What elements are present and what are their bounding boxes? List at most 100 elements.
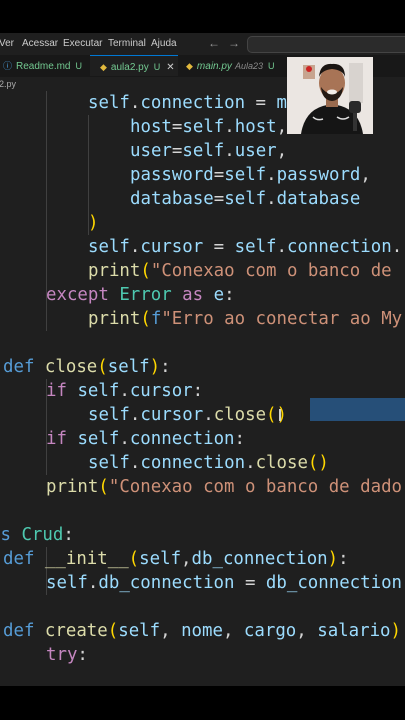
code-token: Crud [21, 525, 64, 545]
menu-ver[interactable]: Ver [0, 38, 14, 49]
code-line[interactable]: host=self.host, [130, 115, 287, 139]
code-token: self [88, 93, 130, 113]
code-token: close [213, 405, 267, 425]
code-token: password [130, 165, 214, 185]
tab-main-label: main.py [196, 61, 232, 72]
code-token: : [77, 645, 88, 665]
code-token: , [360, 165, 371, 185]
code-token: self [182, 141, 225, 161]
code-line[interactable]: password=self.password, [130, 163, 371, 187]
code-token: , [296, 621, 318, 641]
code-line[interactable]: def __init__(self,db_connection): [3, 547, 349, 571]
code-token: e [213, 285, 225, 305]
menu-ajuda[interactable]: Ajuda [151, 38, 177, 49]
code-token: self [88, 453, 130, 473]
code-token: host [130, 117, 172, 137]
code-line[interactable]: ss Crud: [0, 523, 74, 547]
code-line[interactable]: self.connection.close() [88, 451, 329, 475]
code-line[interactable]: self.cursor.close() [88, 403, 287, 427]
code-token: = [171, 141, 183, 161]
code-token: ( [140, 261, 151, 281]
code-token: def [3, 621, 35, 641]
code-token: try [46, 645, 78, 665]
code-token: , [181, 549, 192, 569]
code-token: db_connection [191, 549, 328, 569]
code-token: ) [390, 621, 401, 641]
menu-executar[interactable]: Executar [63, 38, 102, 49]
code-line[interactable]: def close(self): [3, 355, 171, 379]
code-line[interactable]: try: [46, 643, 88, 667]
code-token: "Conexao com o banco de dado [108, 477, 403, 497]
code-token: self [224, 189, 267, 209]
code-token: ( [97, 357, 108, 377]
code-token: , [276, 117, 288, 137]
code-token: self [88, 405, 130, 425]
code-token: except [46, 285, 109, 305]
code-token: . [119, 381, 130, 401]
code-token: self [118, 621, 161, 641]
text-selection [310, 398, 405, 421]
code-token: as [182, 285, 204, 305]
code-line[interactable]: database=self.database [130, 187, 360, 211]
code-line[interactable]: print("Conexao com o banco de [88, 259, 402, 283]
code-token: print [46, 477, 99, 497]
tab-aula2[interactable]: ◆ aula2.py U ✕ [90, 55, 178, 76]
code-token: . [266, 189, 277, 209]
tab-readme[interactable]: ⓘ Readme.md U [3, 55, 82, 77]
code-token: password [276, 165, 361, 185]
code-line[interactable]: self.db_connection = db_connection [46, 571, 402, 595]
code-token: = [203, 237, 235, 257]
code-token: . [119, 429, 130, 449]
code-line[interactable]: self.connection = m [88, 91, 287, 115]
code-token: self [77, 429, 120, 449]
code-token: nome [181, 621, 223, 641]
code-token: if [46, 429, 67, 449]
code-token: "Erro ao conectar ao My [161, 309, 403, 329]
code-token: . [224, 117, 235, 137]
code-line[interactable]: def create(self, nome, cargo, salario) [3, 619, 401, 643]
code-token: : [192, 381, 204, 401]
code-line[interactable]: if self.cursor: [46, 379, 203, 403]
code-token: , [160, 621, 182, 641]
menu-acessar[interactable]: Acessar [22, 38, 58, 49]
code-line[interactable]: user=self.user, [130, 139, 287, 163]
code-token: cursor [129, 381, 193, 401]
code-token: db_connection [265, 573, 403, 593]
code-token: . [87, 573, 99, 593]
tab-main-folder: Aula23 [234, 61, 263, 71]
code-token: ( [98, 477, 109, 497]
tab-readme-label: Readme.md [16, 61, 71, 72]
code-token: ) [88, 213, 99, 233]
code-line[interactable]: ) [88, 211, 98, 235]
code-token: ( [128, 549, 140, 569]
close-icon[interactable]: ✕ [166, 62, 174, 73]
forward-arrow-icon[interactable]: → [228, 36, 240, 50]
code-token: . [245, 453, 256, 473]
tab-main[interactable]: ◆ main.py Aula23 U [186, 55, 274, 77]
code-line[interactable]: except Error as e: [46, 283, 235, 307]
code-token: connection [140, 93, 246, 113]
back-arrow-icon[interactable]: ← [208, 36, 220, 50]
code-token: connection [287, 237, 392, 257]
code-token: : [224, 285, 235, 305]
code-line[interactable]: if self.connection: [46, 427, 245, 451]
code-line[interactable]: print(f"Erro ao conectar ao My [88, 307, 402, 331]
code-token: . [203, 405, 214, 425]
code-token: self [107, 357, 150, 377]
code-line[interactable]: self.cursor = self.connection. [88, 235, 402, 259]
menu-terminal[interactable]: Terminal [108, 38, 146, 49]
code-token: host [234, 117, 277, 137]
code-token: . [129, 93, 141, 113]
code-line[interactable]: print("Conexao com o banco de dado [46, 475, 402, 499]
webcam-overlay [287, 57, 373, 134]
breadcrumb-file[interactable]: 2.py [0, 79, 16, 89]
code-editor[interactable]: self.connection = m host=self.host, user=s… [0, 91, 405, 686]
code-token: connection [129, 429, 235, 449]
command-center-search[interactable] [247, 36, 405, 53]
code-token: = [171, 117, 183, 137]
code-token: , [276, 141, 288, 161]
